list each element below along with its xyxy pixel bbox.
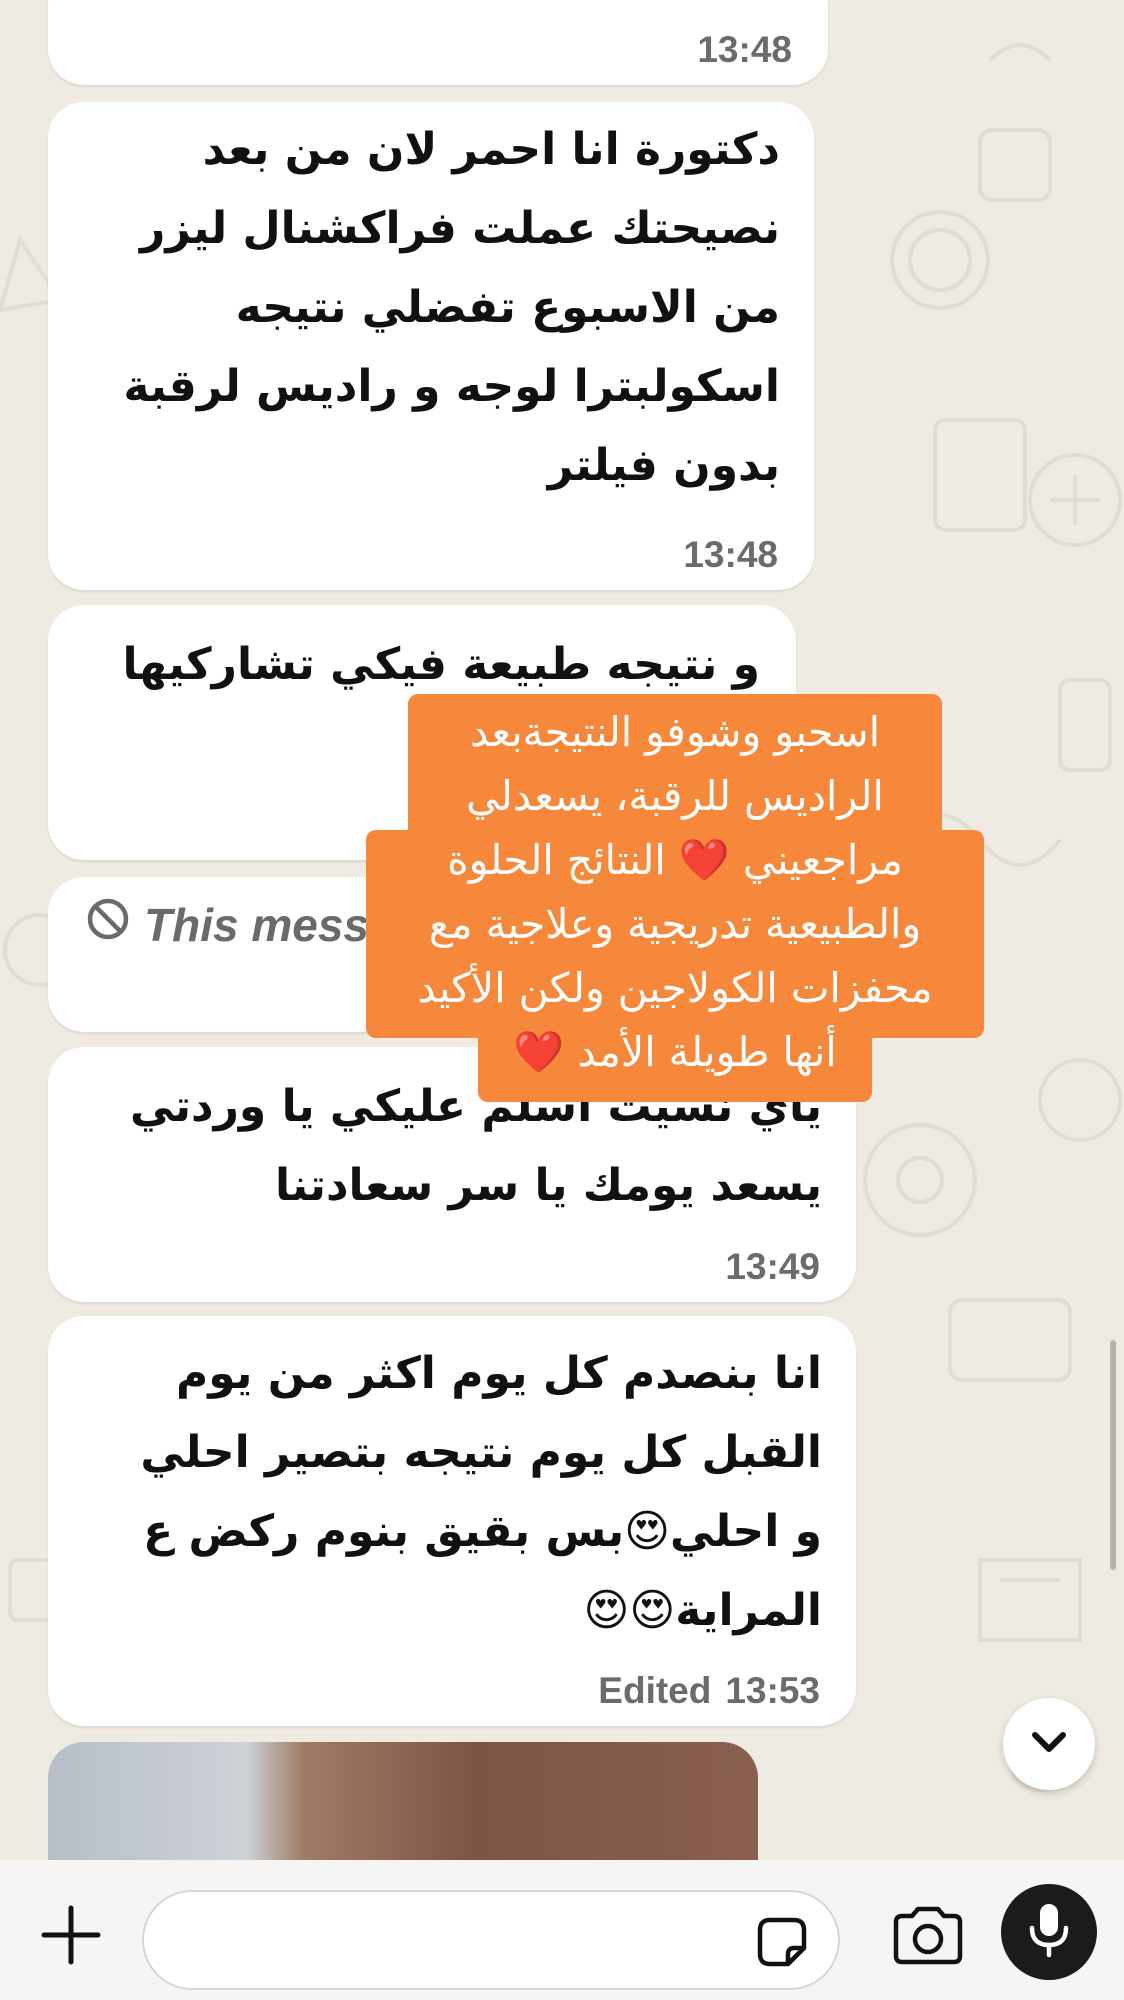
attach-button[interactable]: [36, 1900, 106, 1970]
message-bubble[interactable]: دكتورة انا احمر لان من بعد نصيحتك عملت ف…: [48, 102, 814, 590]
message-line: و نتيجه طبيعة فيكي تشاركيها: [122, 639, 760, 690]
chevron-down-icon: [1029, 1728, 1069, 1760]
voice-record-button[interactable]: [1001, 1884, 1097, 1980]
message-bubble[interactable]: 13:48: [48, 0, 828, 85]
message-time: 13:53: [725, 1670, 820, 1711]
message-meta: 13:48: [683, 534, 778, 576]
caption-line: محفزات الكولاجين ولكن الأكيد: [417, 964, 933, 1012]
message-meta: 13:49: [725, 1246, 820, 1288]
camera-button[interactable]: [890, 1906, 966, 1966]
message-line: القبل كل يوم نتيجه بتصير احلي: [140, 1427, 822, 1478]
caption-line: اسحبو وشوفو النتيجةبعد: [469, 708, 881, 756]
deleted-message-text: This mess: [144, 898, 369, 951]
message-line: المراية😍😍: [583, 1585, 823, 1636]
message-line: اسكولبترا لوجه و راديس لرقبة: [123, 361, 780, 412]
sticker-icon: [754, 1917, 810, 1974]
message-time: 13:48: [683, 534, 778, 575]
message-line: دكتورة انا احمر لان من بعد: [202, 124, 780, 175]
message-text: انا بنصدم كل يوم اكثر من يوم القبل كل يو…: [140, 1334, 822, 1650]
microphone-icon: [1027, 1902, 1071, 1962]
message-line: يسعد يومك يا سر سعادتنا: [274, 1160, 822, 1211]
message-input[interactable]: [142, 1890, 840, 1990]
sticker-button[interactable]: [754, 1914, 810, 1970]
prohibited-icon: [86, 897, 130, 952]
message-line: نصيحتك عملت فراكشنال ليزر: [140, 203, 780, 254]
message-time: 13:49: [725, 1246, 820, 1287]
caption-line: والطبيعية تدريجية وعلاجية مع: [428, 900, 922, 948]
scrollbar[interactable]: [1110, 1340, 1116, 1570]
message-line: انا بنصدم كل يوم اكثر من يوم: [176, 1348, 822, 1399]
message-line: من الاسبوع تفضلي نتيجه: [235, 282, 780, 333]
caption-line: أنها طويلة الأمد ❤️: [513, 1028, 837, 1076]
message-text: و نتيجه طبيعة فيكي تشاركيها: [123, 625, 760, 704]
message-line: و احلي😍بس بقيق بنوم ركض ع: [143, 1506, 822, 1557]
edited-label: Edited: [598, 1670, 712, 1711]
plus-icon: [36, 1905, 106, 1974]
composer-bar: [0, 1860, 1124, 2000]
message-text: دكتورة انا احمر لان من بعد نصيحتك عملت ف…: [123, 110, 780, 505]
message-meta: 13:48: [697, 29, 792, 71]
deleted-message-row: This mess: [86, 897, 369, 952]
message-time: 13:48: [697, 29, 792, 70]
photo-message[interactable]: [48, 1742, 758, 1860]
caption-line: مراجعيني ❤️ النتائج الحلوة: [447, 836, 903, 884]
caption-line: الراديس للرقبة، يسعدلي: [466, 772, 884, 820]
camera-icon: [890, 1906, 966, 1970]
message-line: بدون فيلتر: [547, 440, 780, 491]
scroll-to-bottom-button[interactable]: [1003, 1698, 1095, 1790]
caption-text: اسحبو وشوفو النتيجةبعد الراديس للرقبة، ي…: [366, 700, 984, 1084]
message-bubble[interactable]: انا بنصدم كل يوم اكثر من يوم القبل كل يو…: [48, 1316, 856, 1726]
message-meta: Edited 13:53: [598, 1670, 820, 1712]
